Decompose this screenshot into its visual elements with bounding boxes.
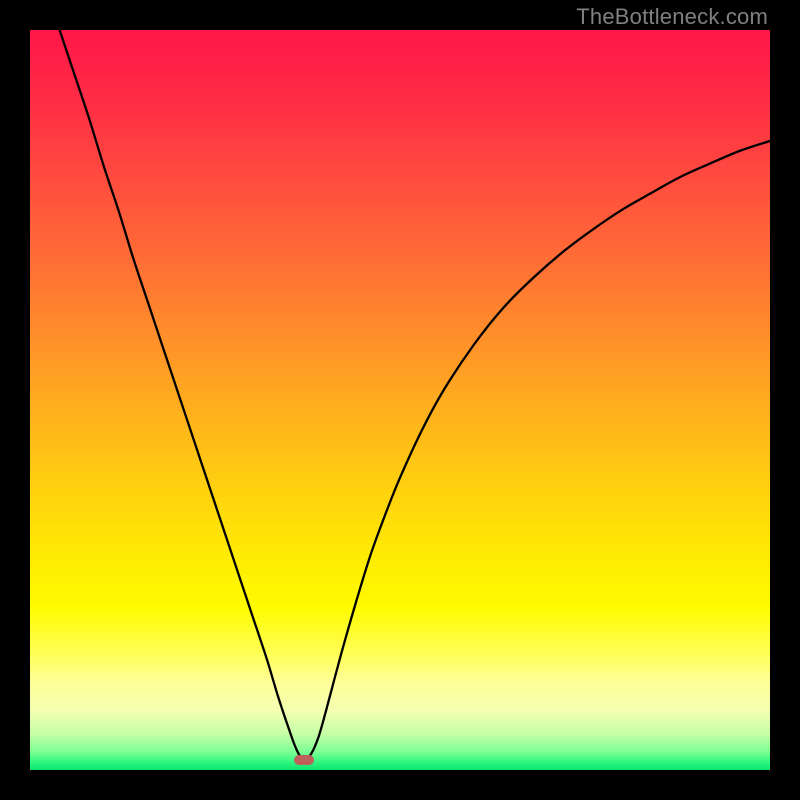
chart-frame: TheBottleneck.com [0,0,800,800]
optimum-marker [294,755,314,765]
watermark-text: TheBottleneck.com [576,4,768,30]
plot-area [30,30,770,770]
bottleneck-curve [30,30,770,770]
